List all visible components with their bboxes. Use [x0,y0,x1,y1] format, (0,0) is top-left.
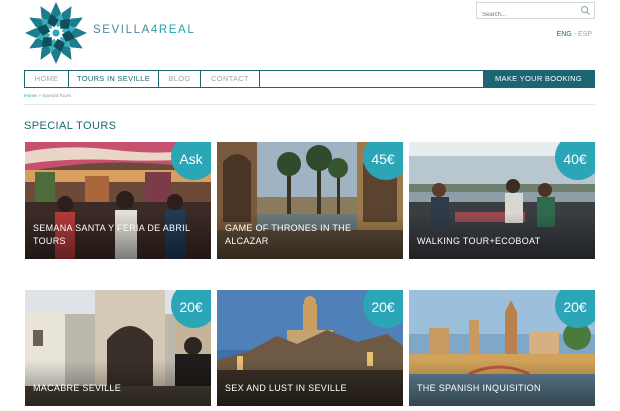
tour-title: SEMANA SANTA Y FERIA DE ABRIL TOURS [33,223,190,246]
sevilla4real-logo[interactable] [24,1,88,65]
tour-card-macabre-seville[interactable]: MACABRE SEVILLE 20€ [25,290,211,406]
breadcrumb-home[interactable]: Home [24,94,37,99]
page-title: SPECIAL TOURS [24,120,117,132]
search-icon[interactable] [580,5,591,16]
breadcrumb: Home » Special Tours [24,94,71,99]
tour-card-walking-ecoboat[interactable]: WALKING TOUR+ECOBOAT 40€ [409,142,595,259]
breadcrumb-separator: » [38,94,41,99]
nav-contact[interactable]: CONTACT [201,71,260,87]
tour-card-semana-santa[interactable]: SEMANA SANTA Y FERIA DE ABRIL TOURS Ask [25,142,211,259]
tour-title: WALKING TOUR+ECOBOAT [417,236,541,246]
tour-title: GAME OF THRONES IN THE ALCAZAR [225,223,352,246]
nav-home[interactable]: HOME [25,71,69,87]
make-booking-button[interactable]: MAKE YOUR BOOKING [483,71,594,87]
brand-name-part1: SEVILLA [93,24,151,36]
main-nav: HOME TOURS IN SEVILLE BLOG CONTACT MAKE … [24,70,595,88]
brand-name-part2: 4REAL [150,24,196,36]
lang-separator: - [573,31,577,38]
tour-title: THE SPANISH INQUISITION [417,383,541,393]
language-switcher: ENG - ESP [557,31,592,38]
tour-card-game-of-thrones[interactable]: GAME OF THRONES IN THE ALCAZAR 45€ [217,142,403,259]
tour-title: SEX AND LUST IN SEVILLE [225,383,347,393]
brand-name[interactable]: SEVILLA4REAL [93,24,195,36]
divider [24,104,595,105]
breadcrumb-current: Special Tours [42,94,71,99]
nav-tours-in-seville[interactable]: TOURS IN SEVILLE [69,71,159,87]
tour-card-sex-and-lust[interactable]: SEX AND LUST IN SEVILLE 20€ [217,290,403,406]
search-box [476,2,595,23]
tour-title: MACABRE SEVILLE [33,383,122,393]
nav-blog[interactable]: BLOG [159,71,201,87]
lang-esp[interactable]: ESP [578,31,592,38]
tour-card-spanish-inquisition[interactable]: THE SPANISH INQUISITION 20€ [409,290,595,406]
search-input[interactable] [477,7,575,23]
lang-eng[interactable]: ENG [557,31,572,38]
